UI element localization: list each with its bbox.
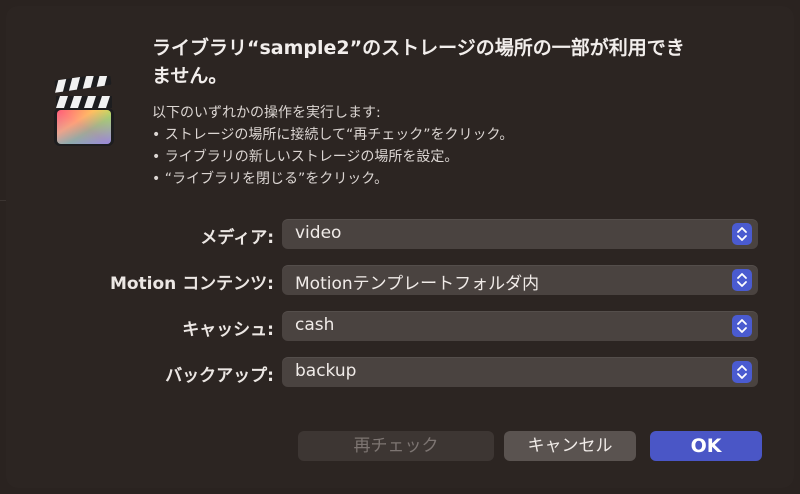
cache-label: キャッシュ: [182,320,274,340]
form-row-media: メディア: video [6,219,794,249]
motion-content-label: Motion コンテンツ: [109,274,274,294]
up-down-chevron-icon [732,269,752,291]
description-bullet-reconnect: • ストレージの場所に接続して“再チェック”をクリック。 [152,127,514,143]
backup-select[interactable]: backup [282,357,758,387]
final-cut-pro-icon [50,73,118,148]
media-select[interactable]: video [282,219,758,249]
dialog-title-line-1: ライブラリ“sample2”のストレージの場所の一部が利用でき [152,37,685,59]
dialog-description: 以下のいずれかの操作を実行します: • ストレージの場所に接続して“再チェック”… [152,102,752,190]
ok-button[interactable]: OK [650,431,762,461]
description-intro: 以下のいずれかの操作を実行します: [152,105,381,121]
form-row-cache: キャッシュ: cash [6,311,794,341]
motion-content-select-value: Motionテンプレートフォルダ内 [295,274,540,294]
cancel-button[interactable]: キャンセル [504,431,636,461]
cache-select-value: cash [295,315,335,335]
description-bullet-close-library: • “ライブラリを閉じる”をクリック。 [152,171,389,187]
description-bullet-new-location: • ライブラリの新しいストレージの場所を設定。 [152,149,459,165]
form-row-backup: バックアップ: backup [6,357,794,387]
motion-content-select[interactable]: Motionテンプレートフォルダ内 [282,265,758,295]
backup-select-value: backup [295,361,357,381]
recheck-button[interactable]: 再チェック [298,431,494,461]
up-down-chevron-icon [732,223,752,245]
dialog-title: ライブラリ“sample2”のストレージの場所の一部が利用でき ません。 [152,34,752,90]
media-label: メディア: [200,228,274,248]
form-row-motion-content: Motion コンテンツ: Motionテンプレートフォルダ内 [6,265,794,295]
storage-locations-dialog: ライブラリ“sample2”のストレージの場所の一部が利用でき ません。 以下の… [6,6,794,488]
dialog-title-line-2: ません。 [152,65,228,87]
up-down-chevron-icon [732,315,752,337]
cache-select[interactable]: cash [282,311,758,341]
up-down-chevron-icon [732,361,752,383]
backup-label: バックアップ: [165,366,274,386]
media-select-value: video [295,223,342,243]
